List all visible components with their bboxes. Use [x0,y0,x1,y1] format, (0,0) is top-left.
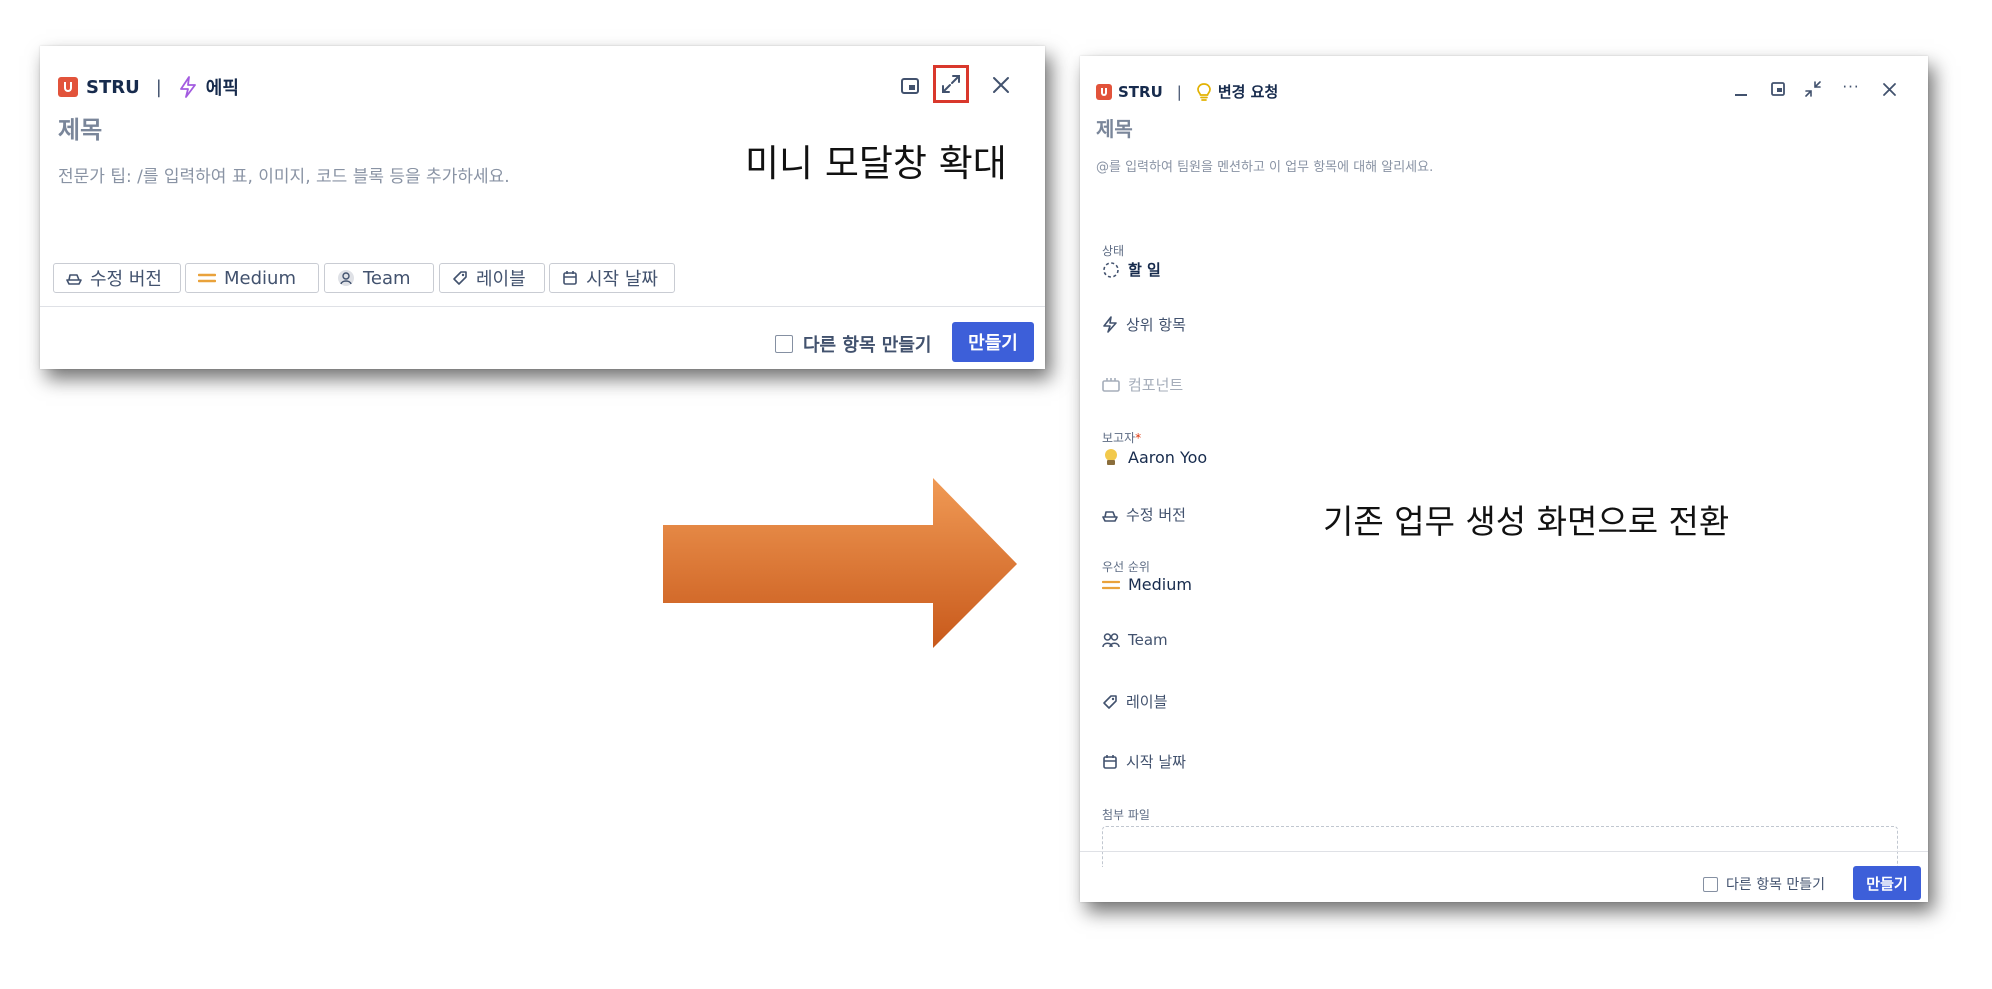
minimize-icon [1735,94,1747,96]
tag-icon [1103,694,1117,709]
chip-priority[interactable]: Medium [185,263,319,293]
chip-label: Medium [224,267,296,289]
ship-icon [66,274,82,285]
lightbulb-icon [1196,82,1212,101]
footer-divider [40,306,1045,307]
header-separator: | [155,76,162,98]
collapse-button[interactable] [1802,78,1824,100]
team-field[interactable]: Team [1102,631,1168,649]
pip-icon [1771,82,1785,96]
status-todo-icon [1103,261,1119,278]
close-icon [993,77,1009,93]
chip-team[interactable]: Team [324,263,434,293]
component-icon [1102,377,1120,392]
chip-start-date[interactable]: 시작 날짜 [549,263,675,293]
chip-label: 수정 버전 [90,269,162,290]
create-button[interactable]: 만들기 [1853,866,1921,900]
create-another-row[interactable]: 다른 항목 만들기 [775,331,931,357]
fix-version-field[interactable]: 수정 버전 [1102,504,1186,525]
summary-input[interactable]: 제목 [58,110,102,145]
issue-type[interactable]: 변경 요청 [1218,81,1278,102]
reporter-value: Aaron Yoo [1128,447,1208,467]
required-marker: * [1135,431,1142,445]
create-button[interactable]: 만들기 [952,322,1034,362]
parent-field[interactable]: 상위 항목 [1102,314,1186,335]
chip-label: Team [363,267,411,289]
create-another-checkbox[interactable] [775,335,793,353]
expand-icon [942,75,960,93]
reporter-label-text: 보고자 [1102,431,1136,445]
modal-header: STRU | 에픽 [58,74,239,100]
components-field[interactable]: 컴포넌트 [1102,374,1183,395]
ship-icon [1102,510,1118,522]
close-button[interactable] [988,72,1014,98]
priority-label: 우선 순위 [1102,560,1150,574]
mini-create-modal: STRU | 에픽 제목 전문가 팁: /를 입력하여 표, 이미지, 코드 블… [40,46,1045,369]
create-another-row[interactable]: 다른 항목 만들기 [1703,874,1825,894]
priority-value: Medium [1128,575,1192,594]
summary-input[interactable]: 제목 [1096,113,1133,142]
reporter-field[interactable]: Aaron Yoo [1102,447,1207,467]
fix-version-label: 수정 버전 [1126,506,1186,524]
chip-fix-version[interactable]: 수정 버전 [53,263,181,293]
collapse-icon [1805,81,1821,97]
start-date-field[interactable]: 시작 날짜 [1102,751,1186,772]
attachment-dropzone[interactable] [1102,826,1898,867]
full-create-modal: STRU | 변경 요청 ··· 제목 @를 입력하여 팀원을 멘션하고 이 업… [1080,56,1928,902]
project-key[interactable]: STRU [86,77,140,98]
description-editor[interactable]: @를 입력하여 팀원을 멘션하고 이 업무 항목에 대해 알리세요. [1096,156,1433,175]
chip-label: 시작 날짜 [586,269,658,290]
create-another-checkbox[interactable] [1703,876,1718,892]
avatar [1105,449,1117,465]
expand-button[interactable] [933,65,969,103]
epic-icon [178,76,198,98]
chip-labels[interactable]: 레이블 [439,263,545,293]
header-separator: | [1176,82,1182,101]
description-editor[interactable]: 전문가 팁: /를 입력하여 표, 이미지, 코드 블록 등을 추가하세요. [58,162,510,187]
transition-arrow [663,478,1017,648]
project-key[interactable]: STRU [1118,83,1163,101]
parent-label: 상위 항목 [1126,316,1186,334]
project-icon [58,77,78,97]
team-label: Team [1128,631,1168,649]
create-another-label: 다른 항목 만들기 [1726,877,1826,893]
annotation-switch: 기존 업무 생성 화면으로 전환 [1323,502,1730,541]
parent-icon [1103,316,1117,333]
team-icon [338,270,354,286]
modal-header: STRU | 변경 요청 [1096,81,1278,102]
status-field[interactable]: 할 일 [1102,259,1161,280]
pip-button[interactable] [1767,78,1789,100]
team-icon [1102,633,1120,648]
issue-type[interactable]: 에픽 [206,74,239,100]
pip-icon [901,78,919,94]
pip-button[interactable] [898,74,922,98]
priority-field[interactable]: Medium [1102,575,1192,594]
labels-label: 레이블 [1126,693,1168,711]
status-label: 상태 [1102,244,1125,258]
project-icon [1096,83,1112,100]
footer-divider [1080,851,1928,852]
status-value: 할 일 [1128,261,1161,279]
attachment-label: 첨부 파일 [1102,808,1150,822]
reporter-label: 보고자* [1102,429,1141,446]
components-label: 컴포넌트 [1128,376,1184,394]
close-icon [1882,82,1896,96]
priority-medium-icon [1102,580,1120,589]
create-another-label: 다른 항목 만들기 [803,335,932,356]
annotation-expand: 미니 모달창 확대 [745,142,1007,185]
chip-label: 레이블 [476,269,526,290]
minimize-button[interactable] [1730,78,1752,100]
calendar-icon [563,271,577,285]
start-date-label: 시작 날짜 [1126,753,1186,771]
more-button[interactable]: ··· [1838,76,1864,98]
priority-medium-icon [198,273,216,283]
labels-field[interactable]: 레이블 [1102,691,1167,712]
calendar-icon [1103,754,1117,769]
close-button[interactable] [1878,78,1900,100]
tag-icon [453,271,467,285]
